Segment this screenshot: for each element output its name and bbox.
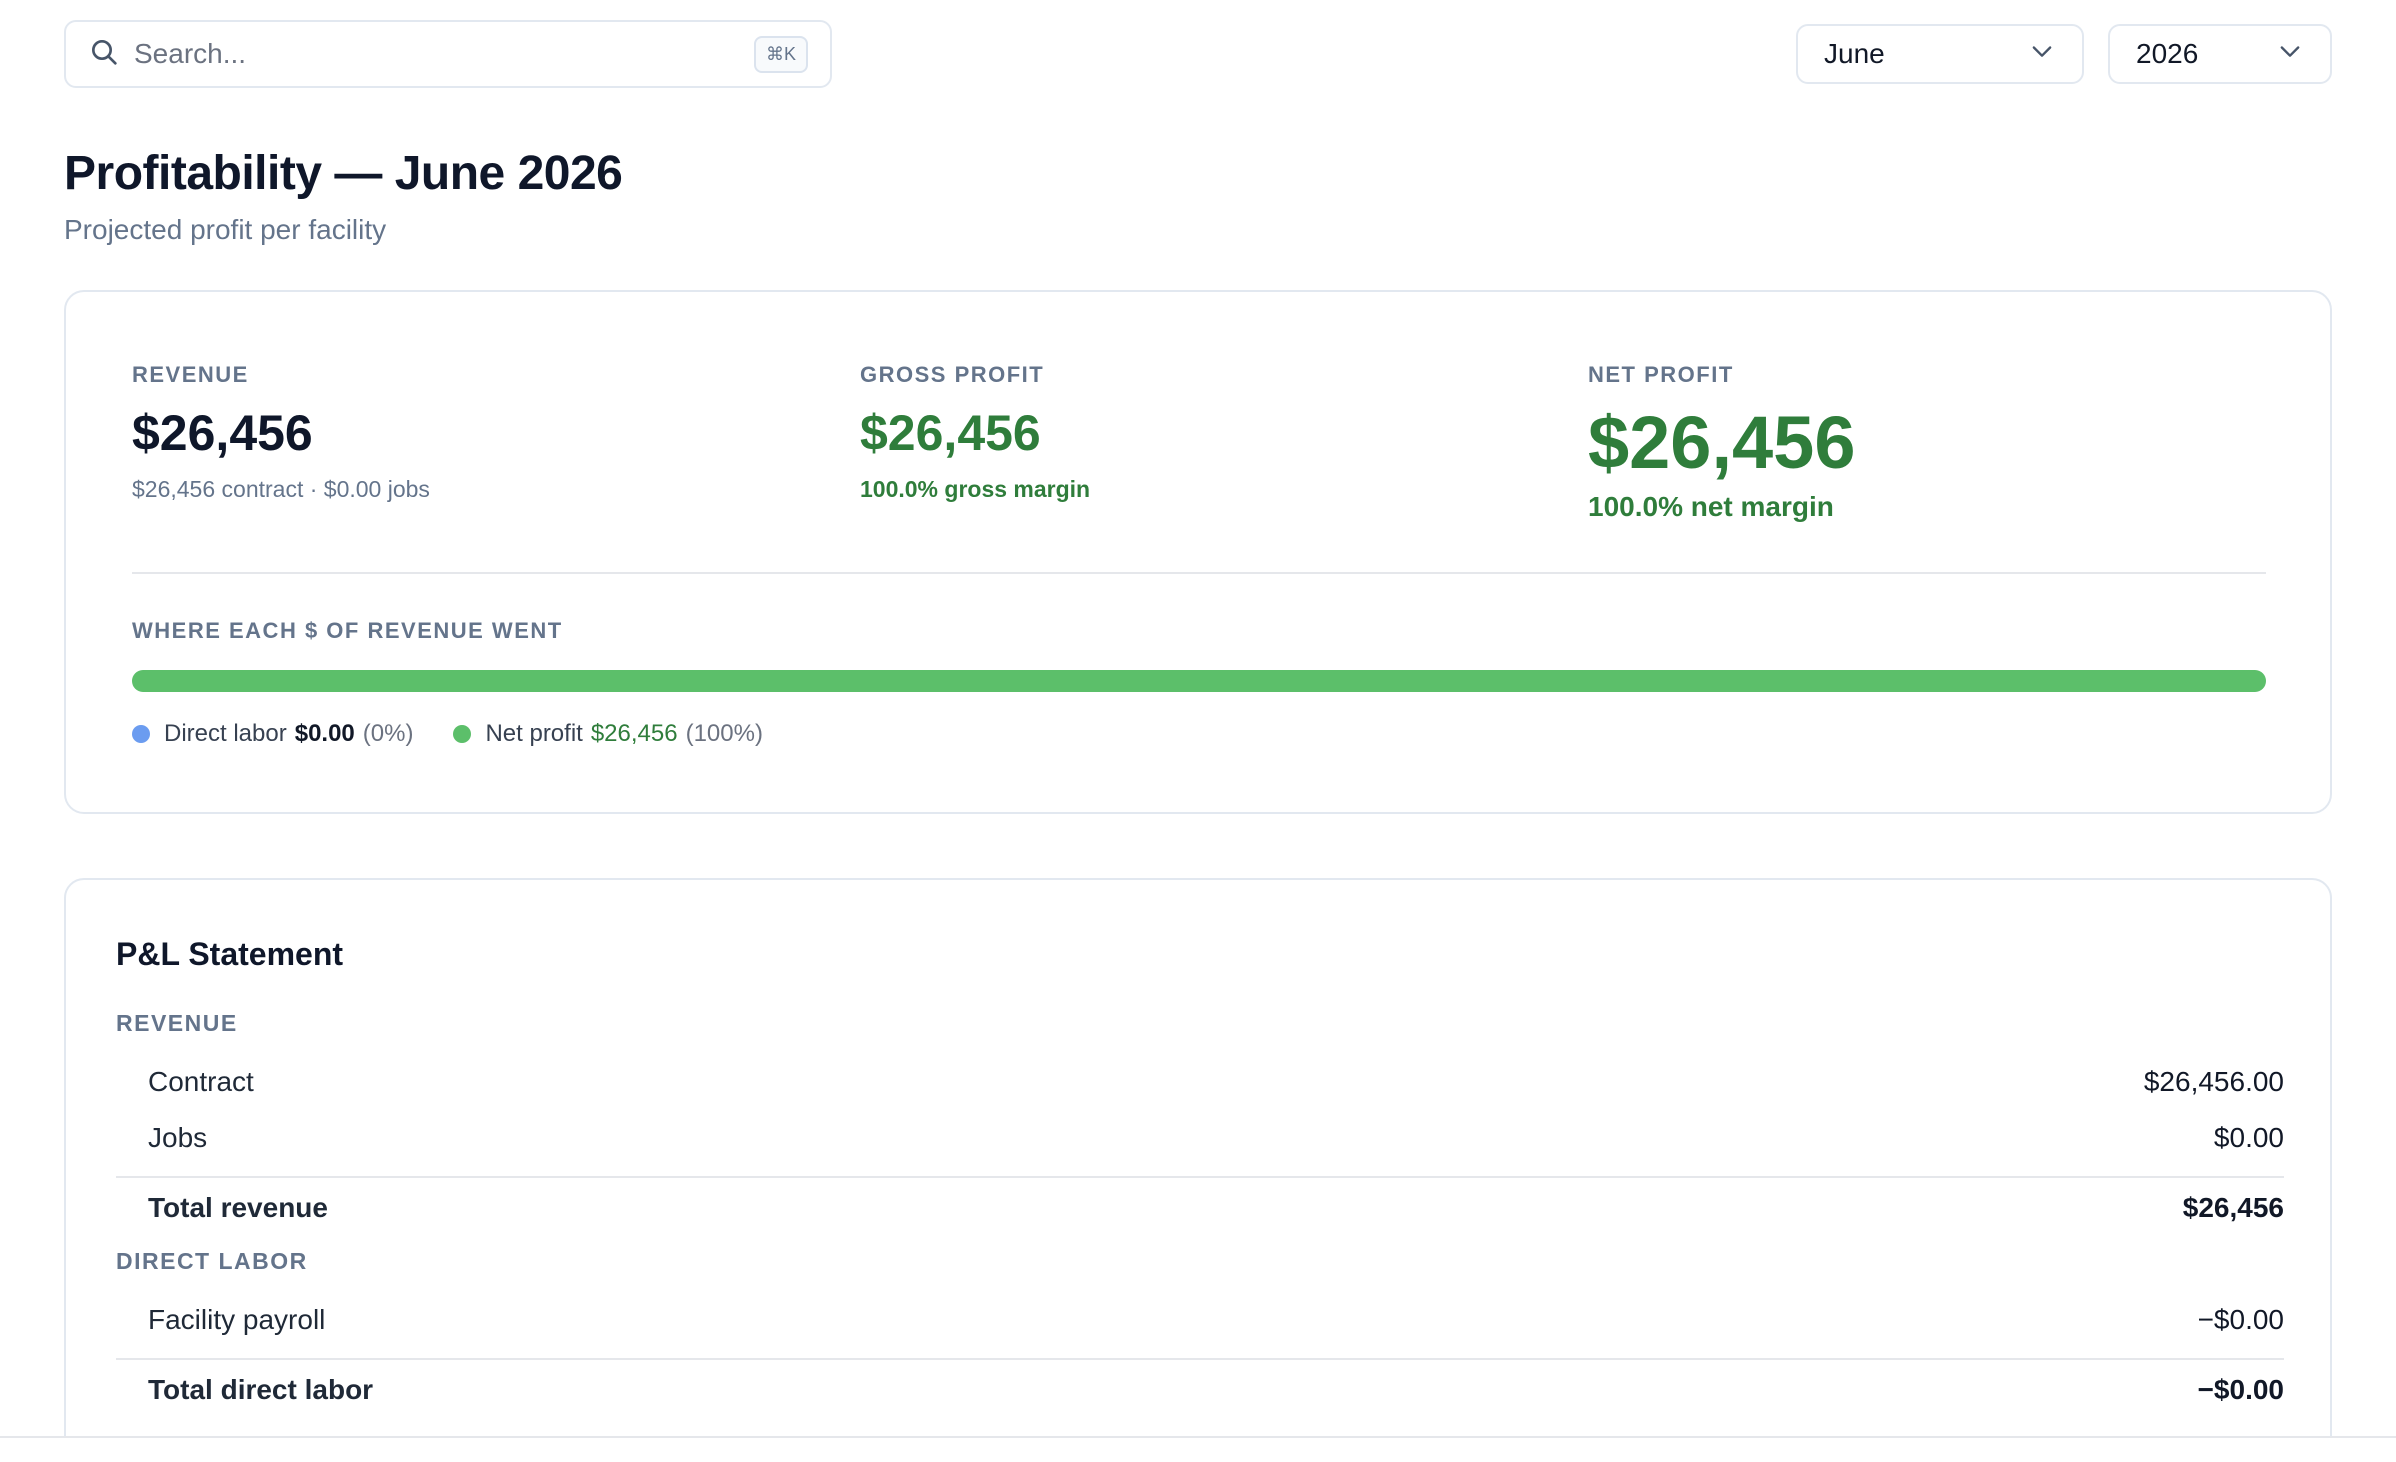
revenue-value: $26,456	[132, 405, 313, 461]
month-select-value: June	[1824, 38, 1885, 69]
year-select-value: 2026	[2136, 38, 2199, 69]
revenue-label: REVENUE	[132, 362, 249, 387]
legend-item-direct-labor: Direct labor $0.00 (0%)	[132, 720, 413, 748]
legend-percent: (0%)	[362, 720, 414, 747]
net-profit-metric: NET PROFIT $26,456 100.0% net margin	[1588, 362, 1856, 523]
net-margin-detail: 100.0% net margin	[1588, 491, 1834, 522]
revenue-detail: $26,456 contract · $0.00 jobs	[132, 476, 430, 502]
search-input[interactable]	[134, 38, 754, 70]
net-profit-label: NET PROFIT	[1588, 362, 1734, 387]
legend-dot-direct-labor	[132, 725, 150, 743]
chevron-down-icon	[2028, 37, 2056, 72]
net-profit-value: $26,456	[1588, 401, 1856, 484]
net-profit-segment	[132, 670, 2266, 692]
page-subtitle: Projected profit per facility	[64, 214, 387, 245]
pl-row-label: Contract	[148, 1066, 254, 1097]
breakdown-legend: Direct labor $0.00 (0%) Net profit $26,4…	[132, 720, 803, 748]
gross-profit-value: $26,456	[860, 405, 1041, 461]
gross-margin-detail: 100.0% gross margin	[860, 476, 1091, 502]
search-box[interactable]: ⌘K	[64, 20, 832, 88]
year-select[interactable]: 2026	[2108, 24, 2332, 84]
pl-row-jobs: Jobs $0.00	[116, 1110, 2284, 1166]
pl-section-direct-labor: DIRECT LABOR	[116, 1248, 308, 1274]
page-title: Profitability — June 2026	[64, 147, 623, 200]
search-icon	[88, 36, 120, 73]
revenue-breakdown-label: WHERE EACH $ OF REVENUE WENT	[132, 618, 563, 643]
pl-row-total-direct-labor: Total direct labor −$0.00	[116, 1358, 2284, 1420]
summary-divider	[132, 572, 2266, 574]
viewport-bottom	[0, 1438, 2396, 1462]
legend-name: Net profit	[485, 720, 583, 747]
legend-item-net-profit: Net profit $26,456 (100%)	[453, 720, 763, 748]
gross-profit-metric: GROSS PROFIT $26,456 100.0% gross margin	[860, 362, 1090, 503]
revenue-metric: REVENUE $26,456 $26,456 contract · $0.00…	[132, 362, 430, 503]
shortcut-hint: ⌘K	[753, 35, 808, 73]
pl-row-amount: $26,456.00	[2143, 1066, 2284, 1097]
pl-row-amount: $0.00	[2213, 1122, 2284, 1153]
pl-row-label: Jobs	[148, 1122, 208, 1153]
legend-percent: (100%)	[685, 720, 763, 747]
pl-row-facility-payroll: Facility payroll −$0.00	[116, 1292, 2284, 1348]
legend-amount: $26,456	[590, 720, 678, 747]
pl-row-label: Total direct labor	[148, 1374, 374, 1405]
profitability-page: ⌘K June 2026 Profitability — June 2026 P…	[0, 0, 2396, 1462]
revenue-breakdown-bar	[132, 670, 2266, 692]
pl-title: P&L Statement	[116, 936, 344, 972]
pl-row-label: Facility payroll	[148, 1304, 326, 1335]
pl-row-contract: Contract $26,456.00	[116, 1054, 2284, 1110]
pl-section-revenue: REVENUE	[116, 1010, 238, 1036]
chevron-down-icon	[2276, 37, 2304, 72]
legend-name: Direct labor	[164, 720, 287, 747]
pl-statement-card: P&L Statement REVENUE Contract $26,456.0…	[64, 878, 2332, 1462]
pl-row-amount: −$0.00	[2197, 1374, 2284, 1405]
pl-row-total-revenue: Total revenue $26,456	[116, 1176, 2284, 1238]
pl-row-amount: −$0.00	[2197, 1304, 2284, 1335]
legend-dot-net-profit	[453, 725, 472, 743]
month-select[interactable]: June	[1796, 24, 2084, 84]
pl-row-label: Total revenue	[148, 1192, 328, 1223]
pl-row-amount: $26,456	[2182, 1192, 2284, 1223]
summary-card: REVENUE $26,456 $26,456 contract · $0.00…	[64, 290, 2332, 814]
legend-amount: $0.00	[294, 720, 355, 747]
gross-profit-label: GROSS PROFIT	[860, 362, 1045, 387]
